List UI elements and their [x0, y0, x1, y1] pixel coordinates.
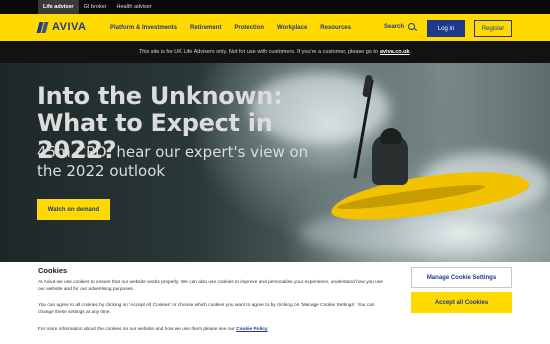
audience-tab-health-adviser[interactable]: Health adviser	[112, 0, 157, 14]
search-button[interactable]: Search	[384, 23, 416, 30]
nav-item-workplace[interactable]: Workplace	[277, 25, 307, 31]
cookie-paragraph-3-text: For more information about the cookies o…	[38, 327, 235, 332]
manage-cookie-settings-button[interactable]: Manage Cookie Settings	[411, 267, 512, 288]
hero-title-line1: Into the Unknown:	[37, 82, 283, 110]
nav-item-retirement[interactable]: Retirement	[190, 25, 221, 31]
notice-text: This site is for UK Life Advisers only. …	[138, 49, 378, 55]
audience-tab-gi-broker[interactable]: GI broker	[79, 0, 112, 14]
watch-on-demand-button[interactable]: Watch on demand	[37, 199, 110, 220]
cookie-paragraph-3: For more information about the cookies o…	[38, 326, 388, 333]
cookie-paragraph-2: You can agree to all cookies by clicking…	[38, 303, 375, 315]
audience-bar: Life adviser GI broker Health adviser	[0, 0, 550, 14]
search-label: Search	[384, 23, 405, 30]
cookie-banner: Cookies At Aviva we use cookies to ensur…	[0, 262, 550, 344]
cookie-paragraph-1: At Aviva we use cookies to ensure that o…	[38, 280, 384, 292]
audience-tab-life-adviser[interactable]: Life adviser	[38, 0, 79, 14]
accept-all-cookies-button[interactable]: Accept all Cookies	[411, 292, 512, 313]
nav-item-resources[interactable]: Resources	[320, 25, 351, 31]
site-header: AVIVA Platform & Investments Retirement …	[0, 14, 550, 41]
cookie-banner-title: Cookies	[38, 266, 68, 275]
nav-item-platform-investments[interactable]: Platform & Investments	[110, 25, 177, 31]
notice-customer-link[interactable]: aviva.co.uk	[380, 49, 410, 55]
main-nav: Platform & Investments Retirement Protec…	[110, 14, 364, 41]
notice-suffix: .	[409, 49, 412, 55]
search-icon	[408, 23, 416, 30]
login-button[interactable]: Log in	[427, 20, 465, 37]
register-button[interactable]: Register	[474, 20, 512, 37]
aviva-logo-text: AVIVA	[52, 21, 87, 33]
aviva-logo-mark-icon	[36, 21, 50, 33]
hero-banner: Into the Unknown: What to Expect in 2022…	[0, 63, 550, 262]
cookie-policy-link[interactable]: Cookie Policy	[236, 327, 267, 332]
nav-item-protection[interactable]: Protection	[234, 25, 264, 31]
aviva-logo[interactable]: AVIVA	[36, 21, 87, 33]
adviser-notice-bar: This site is for UK Life Advisers only. …	[0, 41, 550, 63]
hero-subtitle: 45m CPD: hear our expert's view on the 2…	[37, 143, 309, 180]
